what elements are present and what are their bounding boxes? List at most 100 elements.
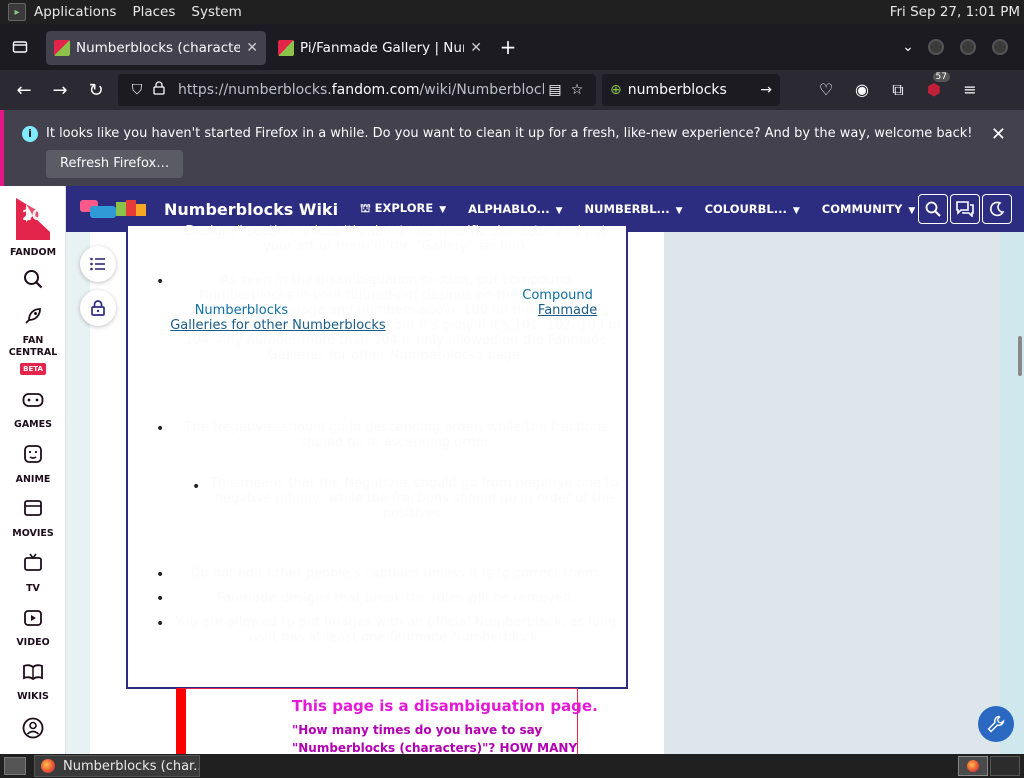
places-menu[interactable]: Places	[124, 4, 183, 20]
tab-pi-fanmade-gallery[interactable]: Pi/Fanmade Gallery | Numbe ✕	[270, 31, 490, 65]
gamepad-icon[interactable]	[21, 388, 45, 412]
scrollbar-thumb[interactable]	[1018, 336, 1022, 376]
rule-text: Galleries for other Numberblocks page.	[267, 348, 525, 363]
theme-moon-icon[interactable]	[982, 194, 1012, 224]
bullet: •	[192, 479, 201, 495]
chevron-down-icon[interactable]: ⌄	[888, 39, 928, 55]
tab-title: Pi/Fanmade Gallery | Numbe	[300, 40, 464, 56]
nav-numberblocks[interactable]: NUMBERBL... ▼	[585, 202, 683, 216]
workspace-2[interactable]	[990, 756, 1020, 776]
forward-arrow-icon[interactable]: →	[42, 74, 78, 106]
close-icon[interactable]: ✕	[991, 124, 1006, 145]
lock-icon[interactable]	[80, 290, 116, 326]
fan-central-label[interactable]: FAN CENTRAL	[0, 335, 66, 359]
refresh-firefox-button[interactable]: Refresh Firefox…	[46, 150, 184, 178]
book-icon[interactable]	[21, 660, 45, 684]
nav-alphablocks[interactable]: ALPHABLO... ▼	[468, 202, 562, 216]
beta-badge: BETA	[20, 363, 46, 375]
discussions-icon[interactable]	[950, 194, 980, 224]
search-input[interactable]: numberblocks	[628, 82, 761, 98]
rule-text: As seen in the disambiguation section, p…	[220, 273, 572, 288]
caret-down-icon: ▼	[908, 206, 916, 216]
clock[interactable]: Fri Sep 27, 1:01 PM	[890, 4, 1024, 20]
taskbar-firefox-window[interactable]: Numberblocks (char...	[34, 755, 200, 777]
nav-toolbar: ← → ↻ ⛉ https://numberblocks.fandom.com/…	[0, 70, 1024, 110]
search-engine-icon[interactable]: ⊕	[610, 82, 622, 98]
rule-captions: Do not edit other people's captions unle…	[168, 566, 624, 581]
search-bar[interactable]: ⊕ numberblocks →	[602, 74, 780, 106]
fanmade-galleries-link[interactable]: Galleries for other Numberblocks	[170, 318, 385, 333]
reader-view-icon[interactable]: ▤	[544, 82, 566, 98]
tab-list-icon[interactable]	[0, 24, 40, 70]
numberblocks-logo[interactable]	[78, 194, 150, 224]
maximize-button[interactable]	[960, 39, 976, 55]
url-text[interactable]: https://numberblocks.fandom.com/wiki/Num…	[178, 82, 544, 98]
nav-colourblocks[interactable]: COLOURBL... ▼	[705, 202, 800, 216]
anime-label[interactable]: ANIME	[0, 474, 66, 485]
url-bar[interactable]: ⛉ https://numberblocks.fandom.com/wiki/N…	[118, 74, 596, 106]
back-arrow-icon[interactable]: ←	[6, 74, 42, 106]
pocket-icon[interactable]: ♡	[808, 80, 844, 100]
shield-icon[interactable]: ⛉	[126, 82, 148, 98]
compound-numberblocks-link[interactable]: Numberblocks	[195, 303, 289, 318]
firefox-icon	[41, 759, 55, 773]
tv-icon[interactable]	[21, 551, 45, 575]
nav-explore[interactable]: ⛫ EXPLORE ▼	[360, 201, 446, 217]
movies-label[interactable]: MOVIES	[0, 528, 66, 539]
wrench-icon[interactable]	[978, 706, 1014, 742]
account-icon[interactable]: ◉	[844, 80, 880, 100]
applications-menu[interactable]: Applications	[26, 4, 124, 20]
right-rail	[664, 232, 1000, 754]
games-label[interactable]: GAMES	[0, 419, 66, 430]
rule-text: The Negatives should go in descending or…	[184, 420, 608, 435]
wikis-label[interactable]: WIKIS	[0, 691, 66, 702]
user-avatar-icon[interactable]	[21, 716, 45, 740]
search-icon[interactable]	[21, 267, 45, 291]
caret-down-icon: ▼	[439, 205, 447, 215]
tv-label[interactable]: TV	[0, 583, 66, 594]
extensions-puzzle-icon[interactable]: ⧉	[880, 80, 916, 100]
video-label[interactable]: VIDEO	[0, 637, 66, 648]
close-window-button[interactable]	[992, 39, 1008, 55]
rule-text: Do not edit other people's captions unle…	[190, 566, 602, 581]
rule-text: as it has at least one fanmade Numberblo…	[249, 630, 543, 645]
taskbar-window-title: Numberblocks (char...	[63, 758, 200, 774]
show-desktop-icon[interactable]	[4, 757, 26, 775]
terminal-icon[interactable]: ▸	[8, 3, 26, 21]
tab-numberblocks-characters[interactable]: Numberblocks (characters)/F ✕	[46, 31, 266, 65]
hamburger-menu-icon[interactable]: ≡	[952, 80, 988, 100]
ublock-icon[interactable]: ⬢ 57	[916, 72, 952, 100]
nav-community[interactable]: COMMUNITY ▼	[822, 202, 915, 216]
close-icon[interactable]: ✕	[246, 40, 258, 56]
video-play-icon[interactable]	[21, 606, 45, 630]
table-of-contents-icon[interactable]	[80, 246, 116, 282]
fanmade-galleries-link[interactable]: Fanmade	[538, 303, 597, 318]
caret-down-icon: ▼	[792, 206, 800, 216]
lock-icon[interactable]	[148, 81, 170, 99]
top-panel: ▸ Applications Places System Fri Sep 27,…	[0, 0, 1024, 24]
refresh-firefox-notification: i It looks like you haven't started Fire…	[0, 110, 1024, 186]
rule-text: your art of them in the "Gallery" sectio…	[263, 239, 529, 254]
close-icon[interactable]: ✕	[470, 40, 482, 56]
compound-numberblocks-link[interactable]: Compound	[522, 288, 593, 303]
workspace-1[interactable]	[958, 756, 988, 776]
rule-text: Designs" section unless it's about one s…	[185, 224, 607, 239]
search-go-arrow-icon[interactable]: →	[760, 82, 772, 98]
bookmark-star-icon[interactable]: ☆	[566, 82, 588, 98]
new-tab-plus-icon[interactable]: +	[490, 35, 526, 59]
bullet: •	[156, 616, 165, 632]
film-icon[interactable]	[21, 496, 45, 520]
rule-removal: Fanmade designs that break the rules wil…	[168, 591, 624, 606]
compass-icon: ⛫	[360, 201, 375, 215]
wiki-name[interactable]: Numberblocks Wiki	[164, 200, 338, 219]
firefox-icon	[967, 760, 979, 772]
tab-title: Numberblocks (characters)/F	[76, 40, 241, 56]
minimize-button[interactable]	[928, 39, 944, 55]
rocket-icon[interactable]	[21, 304, 45, 328]
reload-icon[interactable]: ↻	[78, 74, 114, 106]
wiki-search-icon[interactable]	[918, 194, 948, 224]
system-menu[interactable]: System	[183, 4, 249, 20]
anime-face-icon[interactable]	[21, 442, 45, 466]
info-icon: i	[22, 126, 38, 142]
fandom-label[interactable]: FANDOM	[0, 247, 66, 258]
